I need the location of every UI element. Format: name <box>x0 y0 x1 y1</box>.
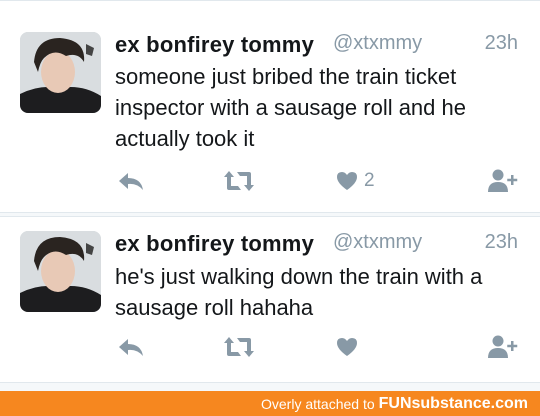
follow-button[interactable] <box>487 332 519 362</box>
watermark-bar: Overly attached to FUNsubstance.com <box>0 391 540 416</box>
retweet-button[interactable] <box>223 166 255 196</box>
avatar[interactable] <box>20 32 101 113</box>
retweet-button[interactable] <box>223 332 255 362</box>
author-handle[interactable]: @xtxmmy <box>333 231 422 254</box>
retweet-icon <box>224 171 254 191</box>
reply-icon <box>119 173 143 190</box>
tweet-actions <box>0 332 540 362</box>
follow-icon <box>488 169 518 192</box>
avatar[interactable] <box>20 231 101 312</box>
follow-button[interactable] <box>487 166 519 196</box>
tweet-actions: 2 <box>0 166 540 196</box>
heart-icon <box>337 338 357 356</box>
reply-icon <box>119 339 143 356</box>
author-name[interactable]: ex bonfirey tommy <box>115 231 314 257</box>
heart-icon <box>337 172 357 190</box>
tweet-card[interactable]: ex bonfirey tommy @xtxmmy 23h someone ju… <box>0 0 540 213</box>
like-count: 2 <box>364 170 375 191</box>
reply-button[interactable] <box>118 332 144 362</box>
like-button[interactable] <box>336 332 358 362</box>
timestamp[interactable]: 23h <box>485 231 518 254</box>
author-name[interactable]: ex bonfirey tommy <box>115 32 314 58</box>
timestamp[interactable]: 23h <box>485 32 518 55</box>
watermark-brand: FUNsubstance.com <box>378 394 528 412</box>
tweet-text: someone just bribed the train ticket ins… <box>115 64 466 151</box>
watermark-text: Overly attached to <box>261 395 375 412</box>
tweet-card[interactable]: ex bonfirey tommy @xtxmmy 23h he's just … <box>0 216 540 383</box>
author-handle[interactable]: @xtxmmy <box>333 32 422 55</box>
reply-button[interactable] <box>118 166 144 196</box>
tweet-text: he's just walking down the train with a … <box>115 264 483 320</box>
follow-icon <box>488 335 518 358</box>
like-button[interactable]: 2 <box>336 166 375 196</box>
retweet-icon <box>224 337 254 357</box>
